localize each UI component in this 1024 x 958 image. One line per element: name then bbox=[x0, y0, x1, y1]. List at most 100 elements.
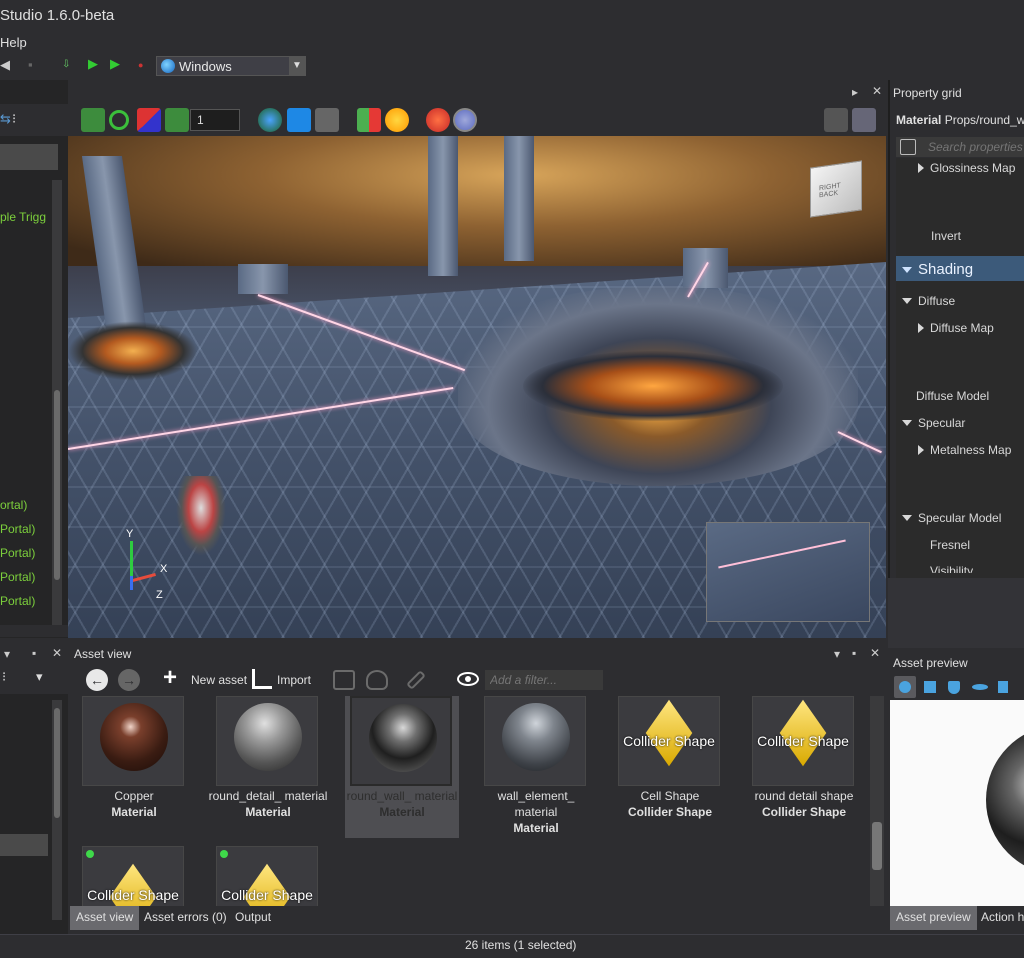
asset-tile-round-detail-material[interactable]: round_detail_ material Material bbox=[208, 696, 328, 836]
tab-asset-preview[interactable]: Asset preview bbox=[890, 906, 977, 930]
tab-output[interactable]: Output bbox=[229, 906, 277, 930]
snap-icon[interactable] bbox=[165, 108, 189, 132]
property-specular[interactable]: Specular bbox=[902, 416, 965, 430]
scale-icon[interactable] bbox=[137, 108, 161, 132]
asset-tile-copper[interactable]: Copper Material bbox=[74, 696, 194, 836]
play-debug-icon[interactable]: ▶ bbox=[110, 57, 120, 71]
expand-icon[interactable] bbox=[918, 323, 924, 333]
teapot-icon[interactable] bbox=[366, 670, 388, 690]
collapse-icon[interactable] bbox=[902, 267, 912, 273]
camera-icon[interactable] bbox=[315, 108, 339, 132]
show-in-explorer-icon[interactable] bbox=[333, 670, 355, 690]
scene-search-input[interactable] bbox=[0, 144, 58, 170]
torus-icon[interactable] bbox=[972, 684, 988, 690]
property-label: Shading bbox=[918, 261, 974, 278]
property-visibility[interactable]: Visibility bbox=[930, 564, 973, 573]
chevron-down-icon[interactable]: ▾ bbox=[834, 647, 840, 661]
light-icon[interactable] bbox=[385, 108, 409, 132]
cube-icon[interactable] bbox=[924, 681, 936, 693]
property-diffuse-map[interactable]: Diffuse Map bbox=[918, 321, 994, 335]
hierarchy-icon[interactable]: ⁝ bbox=[2, 670, 6, 684]
scrollbar-thumb[interactable] bbox=[54, 390, 60, 580]
dropdown-icon[interactable]: ▾ bbox=[36, 670, 43, 684]
chevron-down-icon[interactable]: ▾ bbox=[4, 647, 10, 661]
build-icon[interactable]: ⇩ bbox=[62, 58, 70, 72]
translate-icon[interactable] bbox=[81, 108, 105, 132]
tree-item[interactable]: Portal) bbox=[0, 546, 35, 560]
shading-icon[interactable] bbox=[426, 108, 450, 132]
property-metalness-map[interactable]: Metalness Map bbox=[918, 443, 1011, 457]
expand-icon[interactable] bbox=[918, 163, 924, 173]
cube-icon[interactable] bbox=[287, 108, 311, 132]
asset-tile-collider[interactable]: Collider Shape bbox=[208, 846, 328, 906]
asset-tile-round-wall-material[interactable]: round_wall_ material Material bbox=[342, 696, 462, 838]
property-specular-model[interactable]: Specular Model bbox=[902, 511, 1001, 525]
snap-value-input[interactable]: 1 bbox=[190, 109, 240, 131]
new-asset-button[interactable]: + New asset bbox=[163, 666, 247, 691]
camera-view-icon[interactable] bbox=[852, 108, 876, 132]
undo-icon[interactable]: ◀ bbox=[0, 58, 10, 72]
scrollbar-thumb[interactable] bbox=[872, 822, 882, 870]
hierarchy-icon[interactable]: ⁝ bbox=[12, 112, 16, 126]
plane-icon[interactable] bbox=[998, 681, 1008, 693]
stop-icon[interactable]: ● bbox=[138, 58, 143, 72]
asset-tile-cell-shape[interactable]: Collider Shape Cell Shape Collider Shape bbox=[610, 696, 730, 836]
scrollbar-thumb[interactable] bbox=[54, 708, 60, 818]
menu-help[interactable]: Help bbox=[0, 35, 27, 50]
tree-item[interactable]: Portal) bbox=[0, 594, 35, 608]
platform-select[interactable]: Windows ▼ bbox=[156, 56, 306, 76]
property-shading[interactable]: Shading bbox=[902, 261, 973, 278]
close-icon[interactable]: ✕ bbox=[872, 84, 882, 98]
pin-icon[interactable]: ▪ bbox=[852, 646, 856, 660]
property-invert[interactable]: Invert bbox=[931, 229, 961, 243]
view-cube[interactable]: RIGHT BACK bbox=[810, 160, 862, 218]
back-button[interactable]: ← bbox=[86, 669, 108, 691]
scene-viewport[interactable]: Y X Z RIGHT BACK bbox=[68, 136, 886, 638]
tab-asset-errors[interactable]: Asset errors (0) bbox=[138, 906, 233, 930]
asset-preview-render[interactable] bbox=[890, 700, 1024, 906]
property-search-input[interactable] bbox=[928, 139, 1024, 155]
collapse-icon[interactable] bbox=[902, 515, 912, 521]
play-icon[interactable]: ▶ bbox=[88, 57, 98, 71]
close-icon[interactable]: ✕ bbox=[870, 646, 880, 660]
character-model[interactable] bbox=[176, 476, 226, 556]
scene-tree-hscrollbar[interactable] bbox=[0, 625, 68, 637]
folder-icon[interactable]: ⇆ bbox=[0, 112, 11, 126]
asset-name: Cell Shape Collider Shape bbox=[610, 788, 730, 820]
property-label: Diffuse Map bbox=[930, 321, 994, 335]
import-button[interactable]: Import bbox=[252, 669, 316, 691]
wireframe-icon[interactable] bbox=[453, 108, 477, 132]
chevron-down-icon[interactable]: ▼ bbox=[289, 57, 305, 75]
tab-asset-view[interactable]: Asset view bbox=[70, 906, 140, 930]
cylinder-icon[interactable] bbox=[948, 681, 960, 694]
material-icon[interactable] bbox=[357, 108, 381, 132]
asset-grid-scrollbar[interactable] bbox=[870, 696, 884, 906]
property-diffuse-model[interactable]: Diffuse Model bbox=[916, 389, 989, 403]
camera-settings-icon[interactable] bbox=[824, 108, 848, 132]
asset-tile-round-detail-shape[interactable]: Collider Shape round detail shape Collide… bbox=[744, 696, 864, 836]
rotate-icon[interactable] bbox=[109, 110, 129, 130]
property-fresnel[interactable]: Fresnel bbox=[930, 538, 970, 552]
material-prefix: Material bbox=[896, 113, 942, 127]
globe-icon[interactable] bbox=[258, 108, 282, 132]
close-icon[interactable]: ✕ bbox=[52, 646, 62, 660]
tree-item[interactable]: Portal) bbox=[0, 522, 35, 536]
asset-filter-input[interactable] bbox=[485, 670, 603, 690]
asset-tile-collider[interactable]: Collider Shape bbox=[74, 846, 194, 906]
expand-icon[interactable] bbox=[918, 445, 924, 455]
tree-item[interactable]: ple Trigg bbox=[0, 210, 46, 224]
tab-action-history[interactable]: Action h bbox=[975, 906, 1024, 930]
save-icon[interactable]: ▪ bbox=[28, 58, 33, 72]
collapse-icon[interactable] bbox=[902, 298, 912, 304]
property-glossiness-map[interactable]: Glossiness Map bbox=[918, 161, 1015, 175]
asset-tile-wall-element-material[interactable]: wall_element_ material Material bbox=[476, 696, 596, 836]
tree-item[interactable]: ortal) bbox=[0, 498, 27, 512]
tree-item[interactable]: Portal) bbox=[0, 570, 35, 584]
copy-icon[interactable] bbox=[900, 139, 916, 155]
solution-selected-item[interactable] bbox=[0, 834, 48, 856]
chevron-right-icon[interactable]: ▸ bbox=[852, 85, 858, 99]
property-diffuse[interactable]: Diffuse bbox=[902, 294, 955, 308]
forward-button[interactable]: → bbox=[118, 669, 140, 691]
collapse-icon[interactable] bbox=[902, 420, 912, 426]
pin-icon[interactable]: ▪ bbox=[32, 646, 36, 660]
